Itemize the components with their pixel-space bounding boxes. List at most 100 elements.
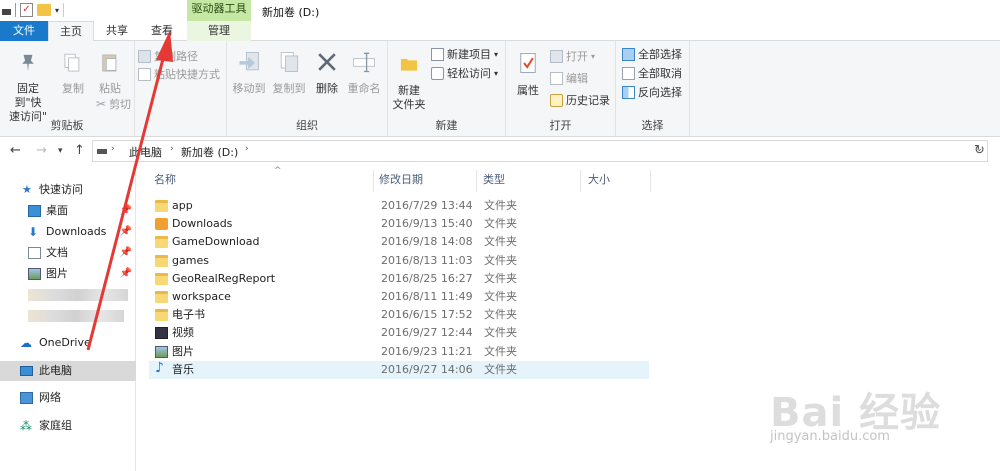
navigation-pane: ★ 快速访问 桌面 📌 ⬇ Downloads 📌 文档 📌 图片 📌 ☁ On… [0, 168, 136, 471]
file-modified-date: 2016/9/18 14:08 [381, 235, 473, 249]
select-none-button[interactable]: 全部取消 [622, 66, 682, 81]
copy-to-button[interactable]: 复制到 [271, 49, 307, 96]
table-row[interactable]: games 2016/8/13 11:03 文件夹 [149, 252, 649, 270]
select-all-button[interactable]: 全部选择 [622, 47, 682, 62]
properties-quick-icon[interactable]: ✓ [20, 3, 33, 17]
refresh-icon[interactable]: ↻ [974, 143, 985, 158]
customize-toolbar-chevron-icon[interactable]: ▾ [55, 6, 59, 15]
properties-button[interactable]: 属性 [512, 49, 544, 98]
file-type: 文件夹 [484, 253, 517, 267]
nav-item-network[interactable]: 网络 [0, 388, 136, 408]
tab-view[interactable]: 查看 [140, 21, 184, 41]
title-bar: ✓ ▾ 驱动器工具 新加卷 (D:) [0, 0, 1000, 21]
nav-item-onedrive[interactable]: ☁ OneDrive [0, 333, 136, 353]
table-row[interactable]: Downloads 2016/9/13 15:40 文件夹 [149, 215, 649, 233]
breadcrumb-this-pc[interactable]: 此电脑 [129, 144, 162, 160]
nav-item-this-pc[interactable]: 此电脑 [0, 361, 136, 381]
nav-item-quick-access[interactable]: ★ 快速访问 [0, 180, 136, 200]
ribbon: 固定到"快 速访问" 复制 粘贴 复制路径 粘贴快捷方式 ✂ 剪切 剪贴板 移动… [0, 41, 1000, 137]
nav-item-documents[interactable]: 文档 📌 [0, 243, 136, 263]
file-name: app [172, 199, 193, 212]
column-divider[interactable] [650, 170, 651, 192]
quick-access-toolbar: ✓ ▾ [2, 3, 65, 17]
nav-item-pictures[interactable]: 图片 📌 [0, 264, 136, 284]
file-modified-date: 2016/9/23 11:21 [381, 344, 473, 358]
invert-selection-label: 反向选择 [638, 86, 682, 99]
new-item-icon [431, 48, 444, 61]
table-row[interactable]: 电子书 2016/6/15 17:52 文件夹 [149, 306, 649, 324]
column-divider[interactable] [580, 170, 581, 192]
breadcrumb-chevron-icon[interactable]: › [111, 144, 115, 154]
breadcrumb-drive-d[interactable]: 新加卷 (D:) [181, 144, 238, 160]
file-name: 音乐 [172, 362, 194, 376]
pin-icon[interactable]: 📌 [120, 201, 132, 221]
clipboard-group-label: 剪贴板 [50, 119, 84, 132]
delete-x-icon [318, 53, 336, 71]
paste-shortcut-button[interactable]: 粘贴快捷方式 [138, 67, 220, 82]
file-modified-date: 2016/6/15 17:52 [381, 308, 473, 322]
table-row[interactable]: ♪ 音乐 2016/9/27 14:06 文件夹 [149, 360, 649, 379]
new-folder-label-1: 新建 [398, 84, 420, 97]
delete-button[interactable]: 删除 [313, 49, 341, 96]
table-row[interactable]: GameDownload 2016/9/18 14:08 文件夹 [149, 233, 649, 251]
nav-label: 此电脑 [39, 364, 72, 377]
copy-path-button[interactable]: 复制路径 [138, 49, 198, 64]
edit-label: 编辑 [566, 72, 588, 85]
history-icon [550, 94, 563, 107]
table-row[interactable]: app 2016/7/29 13:44 文件夹 [149, 197, 649, 215]
drive-icon [97, 149, 107, 154]
cut-label: 剪切 [109, 98, 132, 111]
pin-icon[interactable]: 📌 [120, 243, 132, 263]
column-header-type[interactable]: 类型 [483, 170, 573, 192]
move-to-button[interactable]: 移动到 [231, 49, 267, 96]
edit-button[interactable]: 编辑 [550, 71, 588, 86]
forward-arrow-icon[interactable]: → [36, 143, 47, 158]
copy-button[interactable]: 复制 [58, 51, 88, 96]
back-arrow-icon[interactable]: ← [10, 143, 21, 158]
pin-icon[interactable]: 📌 [120, 222, 132, 242]
tab-manage[interactable]: 管理 [187, 21, 251, 41]
rename-button[interactable]: 重命名 [345, 49, 383, 96]
table-row[interactable]: workspace 2016/8/11 11:49 文件夹 [149, 288, 649, 306]
nav-item-homegroup[interactable]: ⁂ 家庭组 [0, 416, 136, 436]
nav-label: Downloads [46, 225, 107, 238]
paste-button[interactable]: 粘贴 [95, 51, 125, 96]
open-button[interactable]: 打开 ▾ [550, 49, 595, 64]
address-bar[interactable]: › 此电脑 › 新加卷 (D:) › ⌄ [92, 140, 988, 162]
ribbon-tabs: 文件 主页 共享 查看 管理 [0, 21, 1000, 42]
table-row[interactable]: 视频 2016/9/27 12:44 文件夹 [149, 324, 649, 342]
nav-label: 家庭组 [39, 419, 72, 432]
breadcrumb-chevron-icon[interactable]: › [170, 144, 174, 154]
cut-button[interactable]: ✂ 剪切 [96, 97, 131, 112]
column-divider[interactable] [476, 170, 477, 192]
tab-file[interactable]: 文件 [0, 21, 48, 41]
nav-item-desktop[interactable]: 桌面 📌 [0, 201, 136, 221]
history-button[interactable]: 历史记录 [550, 93, 610, 108]
pin-quick-access-button[interactable]: 固定到"快 速访问" [4, 51, 52, 124]
select-all-icon [622, 48, 635, 61]
column-divider[interactable] [373, 170, 374, 192]
copy-icon [64, 53, 80, 72]
column-header-size[interactable]: 大小 [588, 170, 648, 192]
history-label: 历史记录 [566, 94, 610, 107]
file-name: GeoRealRegReport [172, 271, 276, 285]
new-folder-label-2: 文件夹 [392, 98, 426, 111]
breadcrumb-chevron-icon[interactable]: › [245, 144, 249, 154]
tab-home[interactable]: 主页 [48, 21, 94, 42]
toolbar-divider [63, 3, 65, 17]
tab-share[interactable]: 共享 [96, 21, 138, 41]
invert-selection-button[interactable]: 反向选择 [622, 85, 682, 100]
new-folder-button[interactable]: 新建 文件夹 [392, 51, 426, 112]
new-folder-quick-icon[interactable] [37, 4, 51, 16]
column-header-name[interactable]: 名称 ^ [154, 166, 374, 192]
nav-item-downloads[interactable]: ⬇ Downloads 📌 [0, 222, 136, 242]
pin-icon[interactable]: 📌 [120, 264, 132, 284]
table-row[interactable]: 图片 2016/9/23 11:21 文件夹 [149, 343, 649, 361]
watermark-url: jingyan.baidu.com [770, 429, 890, 444]
easy-access-button[interactable]: 轻松访问 ▾ [431, 66, 498, 81]
column-header-date[interactable]: 修改日期 [379, 170, 479, 192]
new-item-button[interactable]: 新建项目 ▾ [431, 47, 498, 62]
recent-locations-chevron-icon[interactable]: ▾ [58, 146, 63, 156]
table-row[interactable]: GeoRealRegReport 2016/8/25 16:27 文件夹 [149, 270, 649, 288]
up-arrow-icon[interactable]: ↑ [74, 143, 85, 158]
